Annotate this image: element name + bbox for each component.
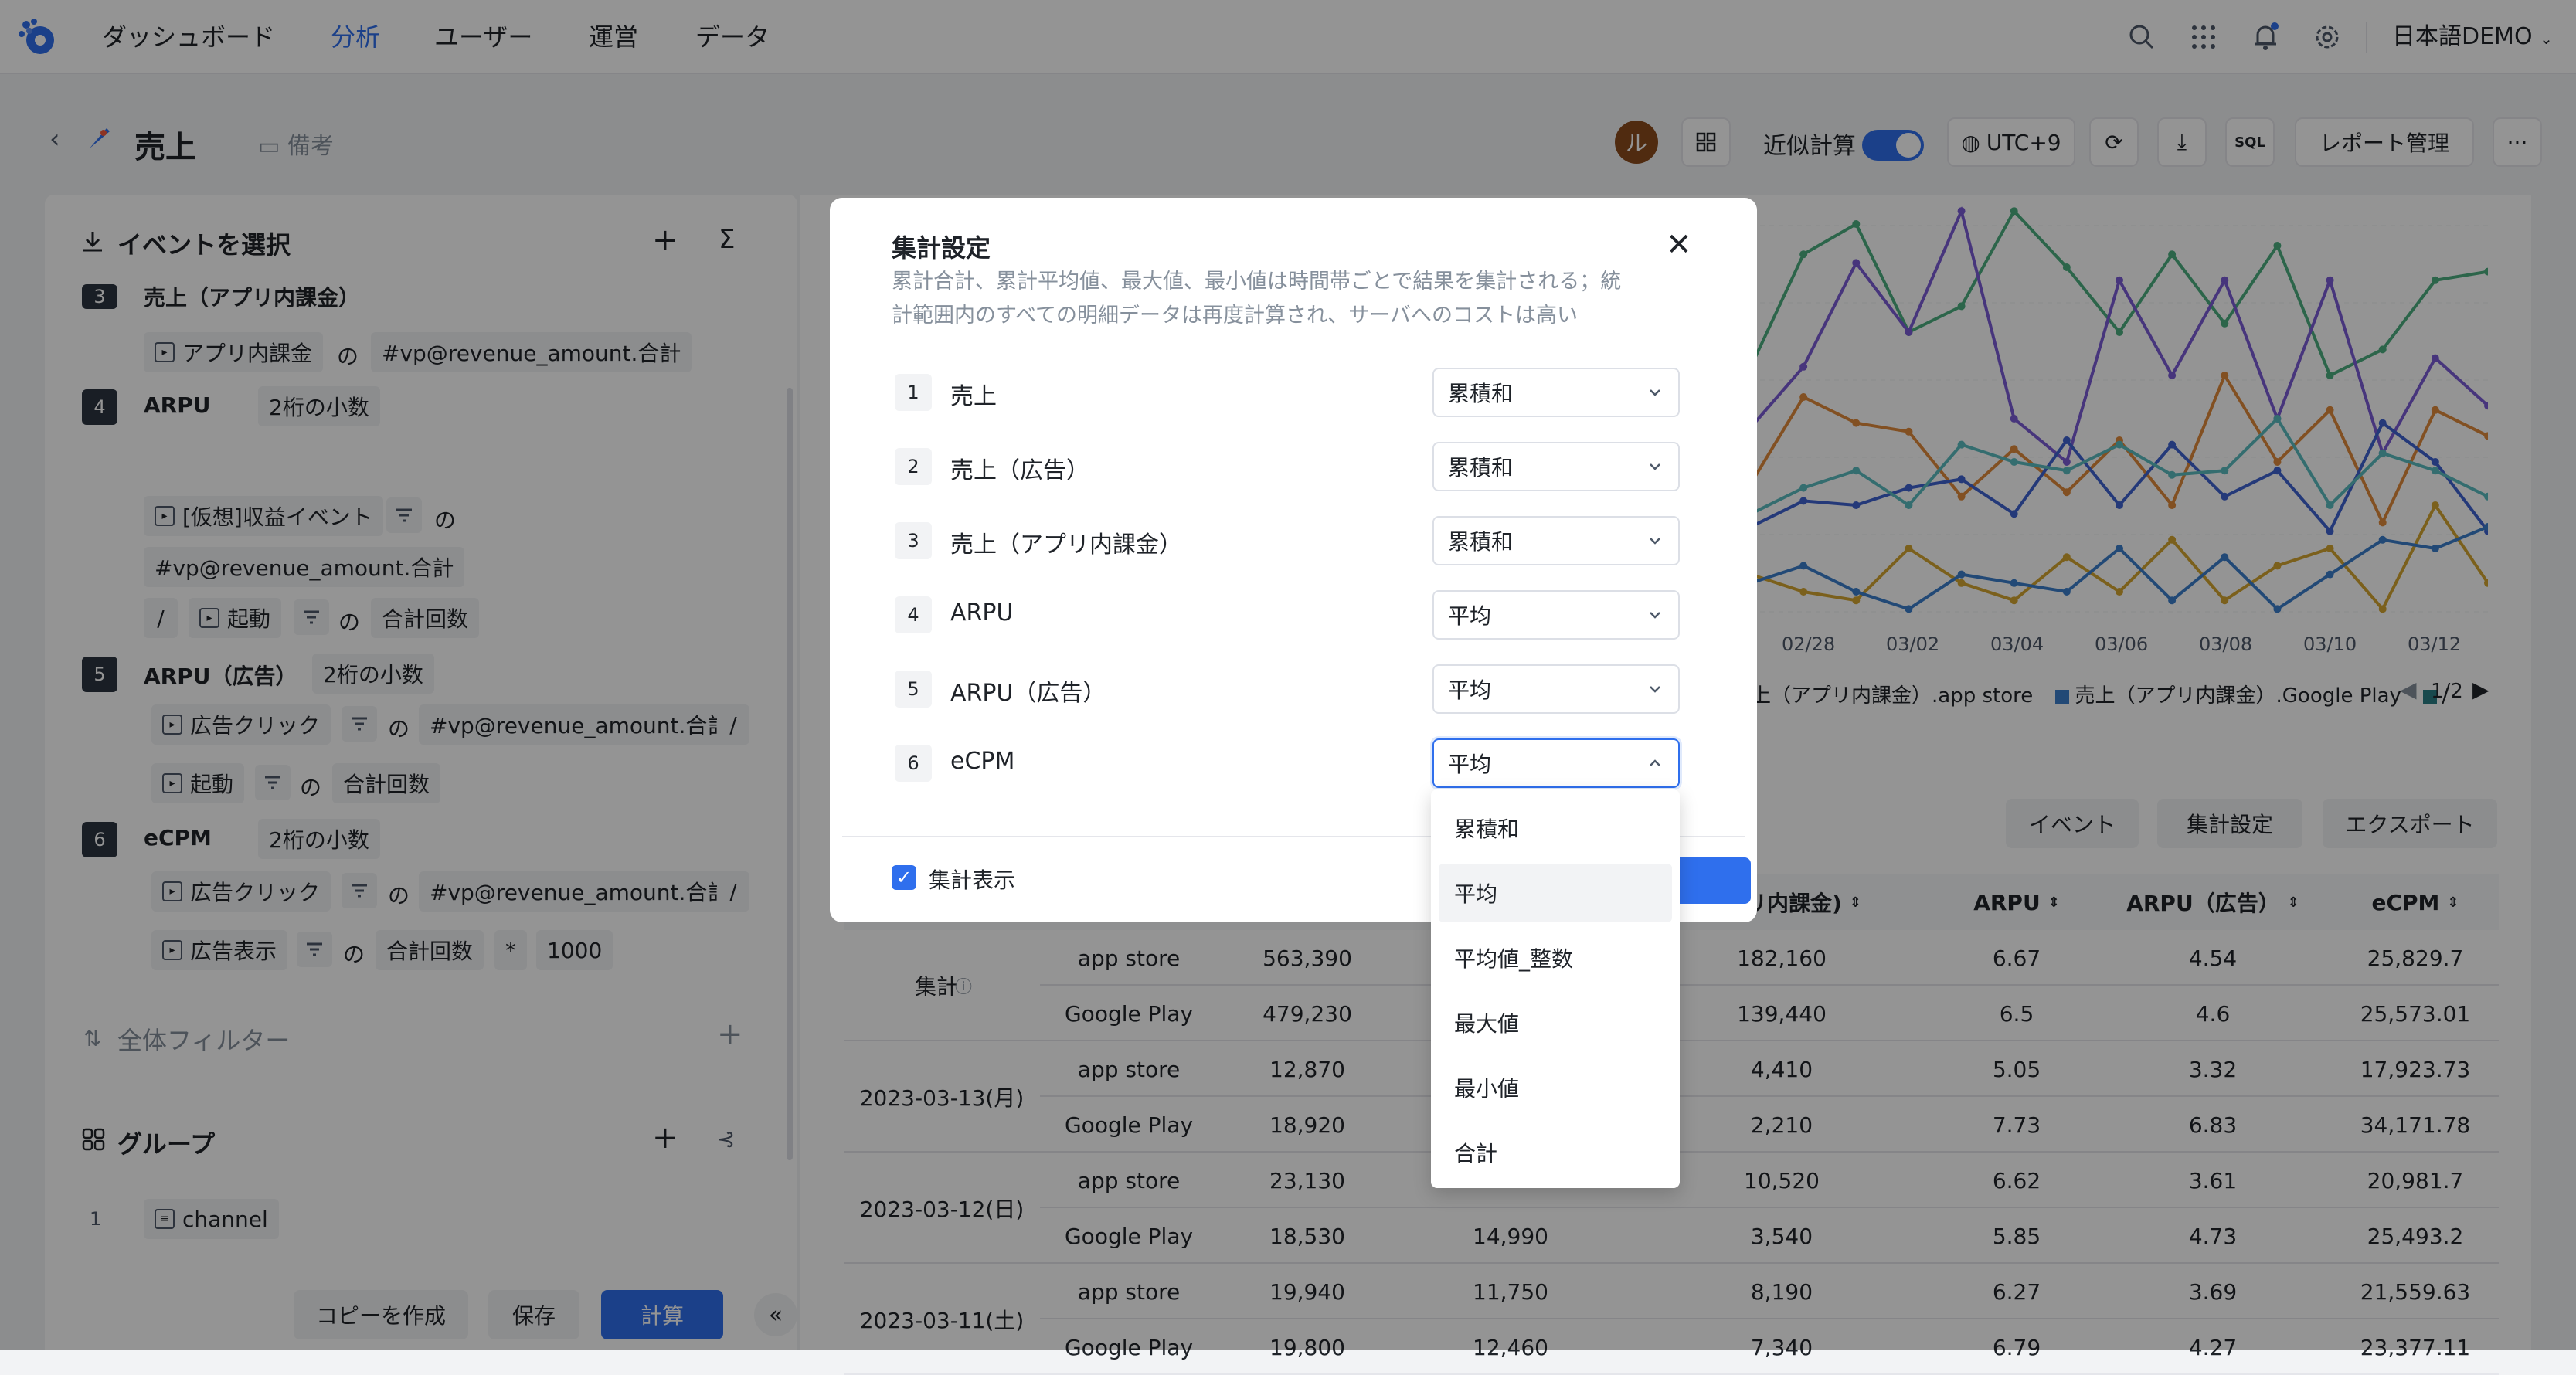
metric-row-number: 4 [895, 596, 932, 633]
aggregation-select[interactable]: 累積和 [1432, 442, 1680, 491]
aggregation-select[interactable]: 平均 [1432, 738, 1680, 788]
metric-row-number: 2 [895, 448, 932, 485]
aggregation-select-value: 平均 [1448, 603, 1492, 629]
modal-description-line1: 累計合計、累計平均値、最大値、最小値は時間帯ごとで結果を集計される；統 [892, 270, 1622, 294]
metric-row-name: 売上 [950, 383, 997, 410]
metric-row-number: 3 [895, 522, 932, 559]
aggregation-select-value: 累積和 [1448, 381, 1514, 406]
dropdown-option[interactable]: 合計 [1439, 1123, 1672, 1182]
chevron-down-icon [1647, 681, 1663, 697]
chevron-down-icon [1647, 533, 1663, 548]
chevron-up-icon [1647, 755, 1663, 771]
confirm-button[interactable] [1680, 857, 1751, 904]
aggregation-select-value: 平均 [1448, 677, 1492, 703]
aggregation-select[interactable]: 平均 [1432, 664, 1680, 714]
aggregation-select[interactable]: 累積和 [1432, 368, 1680, 417]
metric-row-number: 1 [895, 374, 932, 411]
dropdown-option[interactable]: 最大値 [1439, 993, 1672, 1052]
metric-row-name: 売上（アプリ内課金） [950, 531, 1182, 558]
aggregation-dropdown-menu: 累積和平均平均値_整数 最大値最小値合計 [1431, 789, 1680, 1188]
modal-title: 集計設定 [892, 233, 991, 263]
chevron-down-icon [1647, 385, 1663, 400]
aggregation-select-value: 累積和 [1448, 455, 1514, 480]
metric-row-number: 6 [895, 745, 932, 782]
modal-description-line2: 計範囲内のすべての明細データは再度計算され、サーバへのコストは高い [892, 304, 1579, 328]
show-total-checkbox[interactable]: ✓ [892, 865, 916, 890]
metric-row-number: 5 [895, 671, 932, 708]
close-icon[interactable]: ✕ [1666, 227, 1692, 263]
metric-row-name: 売上（広告） [950, 457, 1089, 484]
chevron-down-icon [1647, 459, 1663, 474]
dropdown-option[interactable]: 平均値_整数 [1439, 929, 1672, 987]
aggregation-select-value: 平均 [1448, 752, 1492, 777]
aggregation-select-value: 累積和 [1448, 529, 1514, 555]
dropdown-option[interactable]: 最小値 [1439, 1058, 1672, 1117]
metric-row-name: ARPU（広告） [950, 680, 1106, 707]
chevron-down-icon [1647, 607, 1663, 623]
aggregation-select[interactable]: 累積和 [1432, 516, 1680, 565]
aggregation-select[interactable]: 平均 [1432, 590, 1680, 640]
show-total-label: 集計表示 [929, 867, 1016, 893]
metric-row-name: ARPU [950, 599, 1014, 626]
dropdown-option[interactable]: 累積和 [1439, 799, 1672, 857]
dropdown-option[interactable]: 平均 [1439, 864, 1672, 922]
metric-row-name: eCPM [950, 748, 1015, 775]
